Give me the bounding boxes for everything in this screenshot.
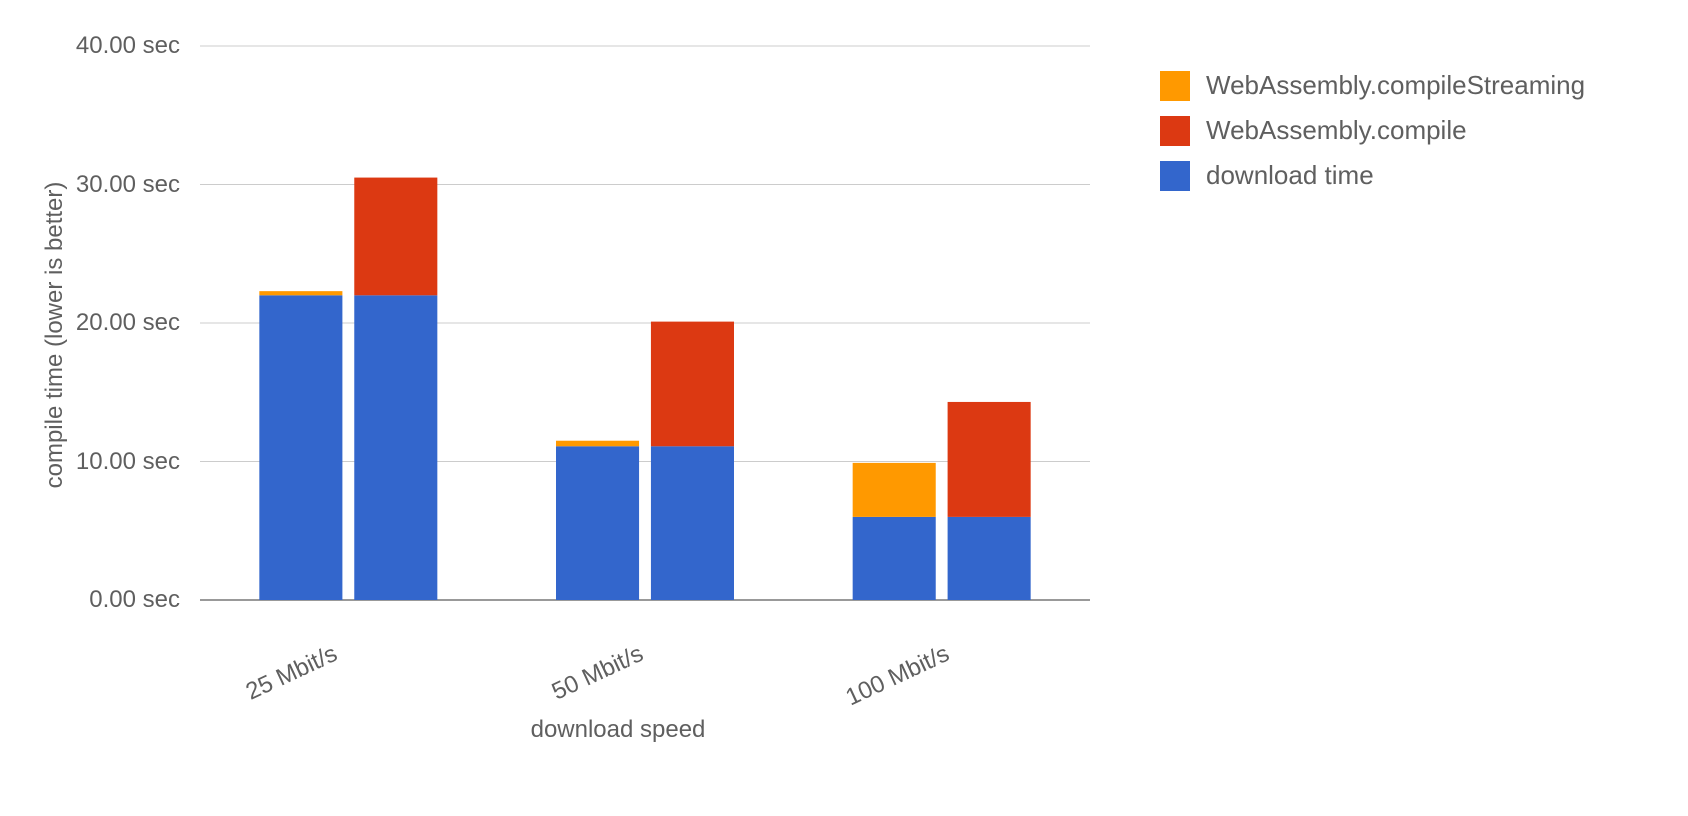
- chart-container: compile time (lower is better) download …: [0, 0, 1688, 816]
- bar-segment-download_time: [556, 446, 639, 600]
- bar-segment-download_time: [948, 517, 1031, 600]
- bar-segment-compile: [948, 402, 1031, 517]
- bar-segment-compile_streaming: [556, 441, 639, 447]
- bar-segment-compile: [651, 322, 734, 447]
- bar-segment-download_time: [259, 295, 342, 600]
- bar-segment-compile_streaming: [259, 291, 342, 295]
- bar-segment-download_time: [853, 517, 936, 600]
- bar-segment-download_time: [354, 295, 437, 600]
- bar-segment-download_time: [651, 446, 734, 600]
- bar-segment-compile: [354, 178, 437, 296]
- chart-svg: [0, 0, 1688, 816]
- bar-segment-compile_streaming: [853, 463, 936, 517]
